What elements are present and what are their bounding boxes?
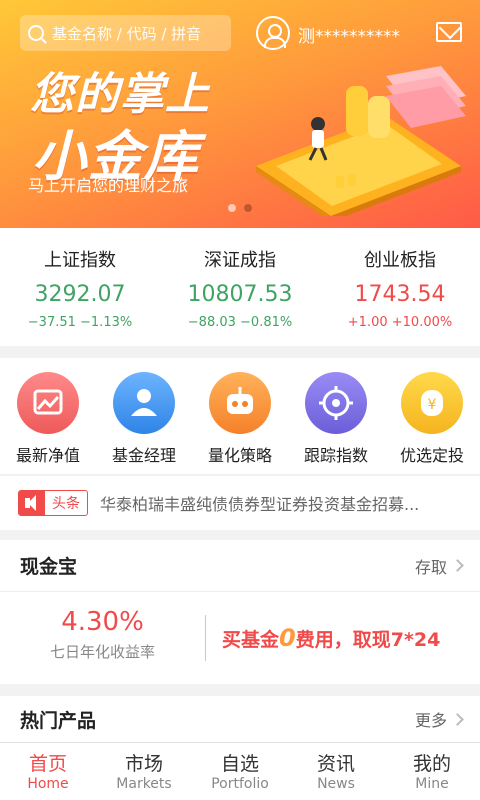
yield-value: 4.30% — [61, 607, 144, 637]
coin-icon: ¥ — [401, 372, 463, 434]
index-shanghai[interactable]: 上证指数 3292.07 −37.51 −1.13% — [0, 228, 160, 346]
robot-icon — [209, 372, 271, 434]
manager-icon — [113, 372, 175, 434]
cash-deposit-withdraw-link[interactable]: 存取 — [414, 554, 464, 578]
username[interactable]: 测********** — [298, 22, 400, 47]
headline-tag: 头条 — [52, 496, 80, 512]
yield-box: 4.30% 七日年化收益率 — [0, 607, 206, 661]
shortcut-quant-strategy[interactable]: 量化策略 — [192, 358, 288, 474]
news-headline[interactable]: 头条 华泰柏瑞丰盛纯债债券型证券投资基金招募... — [0, 476, 480, 530]
svg-text:¥: ¥ — [428, 397, 437, 413]
index-chinext[interactable]: 创业板指 1743.54 +1.00 +10.00% — [320, 228, 480, 346]
search-input[interactable]: 基金名称 / 代码 / 拼音 — [20, 15, 231, 51]
headline-badge: 头条 — [18, 490, 88, 516]
index-change: −37.51 −1.13% — [27, 315, 133, 330]
tab-label-en: Portfolio — [211, 776, 269, 792]
search-icon — [28, 25, 44, 41]
index-value: 3292.07 — [34, 282, 126, 307]
headline-text[interactable]: 华泰柏瑞丰盛纯债债券型证券投资基金招募... — [100, 491, 470, 515]
tab-label-cn: 首页 — [28, 753, 67, 775]
yield-label: 七日年化收益率 — [49, 643, 155, 661]
chevron-right-icon — [451, 559, 464, 572]
index-value: 10807.53 — [187, 282, 293, 307]
tab-label-cn: 我的 — [412, 753, 451, 775]
shortcut-label: 量化策略 — [207, 446, 272, 465]
phone-money-illustration — [256, 66, 466, 216]
promo-zero: 0 — [279, 624, 296, 652]
tab-label-en: News — [317, 776, 355, 792]
shortcut-label: 优选定投 — [399, 446, 464, 465]
shortcut-label: 跟踪指数 — [303, 446, 368, 465]
chevron-right-icon — [451, 712, 464, 726]
index-value: 1743.54 — [354, 282, 446, 307]
more-label: 更多 — [414, 711, 447, 730]
promo-prefix: 买基金 — [222, 629, 280, 651]
tab-news[interactable]: 资讯 News — [288, 743, 384, 800]
market-indices: 上证指数 3292.07 −37.51 −1.13% 深证成指 10807.53… — [0, 228, 480, 346]
shortcut-fund-manager[interactable]: 基金经理 — [96, 358, 192, 474]
tab-label-en: Markets — [116, 776, 172, 792]
speaker-icon — [19, 491, 45, 515]
tab-label-cn: 市场 — [124, 753, 163, 775]
cash-title: 现金宝 — [20, 556, 78, 578]
tab-mine[interactable]: 我的 Mine — [384, 743, 480, 800]
banner-subtitle: 马上开启您的理财之旅 — [28, 176, 189, 195]
mail-icon[interactable] — [436, 22, 462, 42]
shortcut-latest-nav[interactable]: 最新净值 — [0, 358, 96, 474]
banner-pagination — [228, 204, 252, 212]
cash-promo: 买基金0费用，取现7*24 — [222, 624, 440, 652]
shortcut-auto-invest[interactable]: ¥ 优选定投 — [384, 358, 480, 474]
tab-label-cn: 资讯 — [316, 753, 355, 775]
cash-section-header: 现金宝 存取 — [0, 540, 480, 592]
index-name: 创业板指 — [364, 250, 436, 271]
hot-products-header: 热门产品 更多 — [0, 696, 480, 742]
hot-products-more-link[interactable]: 更多 — [414, 707, 464, 731]
index-name: 上证指数 — [44, 250, 116, 271]
promo-suffix: 费用，取现7*24 — [295, 629, 441, 651]
shortcut-grid: 最新净值 基金经理 量化策略 跟踪指数 ¥ 优选定投 — [0, 358, 480, 474]
target-icon — [305, 372, 367, 434]
hot-products-title: 热门产品 — [20, 709, 97, 732]
shortcut-label: 最新净值 — [15, 446, 80, 465]
shortcut-label: 基金经理 — [111, 446, 176, 465]
chart-icon — [17, 372, 79, 434]
promo-banner[interactable]: 基金名称 / 代码 / 拼音 测********** 您的掌上 小金库 马上开启… — [0, 0, 480, 228]
tab-portfolio[interactable]: 自选 Portfolio — [192, 743, 288, 800]
tab-label-en: Home — [27, 776, 69, 792]
cash-card[interactable]: 4.30% 七日年化收益率 买基金0费用，取现7*24 — [0, 592, 480, 684]
tab-home[interactable]: 首页 Home — [0, 743, 96, 800]
tab-markets[interactable]: 市场 Markets — [96, 743, 192, 800]
avatar-icon[interactable] — [256, 16, 290, 50]
pagination-dot-active — [244, 204, 252, 212]
search-placeholder: 基金名称 / 代码 / 拼音 — [52, 24, 202, 43]
tab-label-en: Mine — [415, 776, 449, 792]
cash-action-label: 存取 — [414, 557, 447, 577]
index-name: 深证成指 — [204, 250, 276, 271]
pagination-dot — [228, 204, 236, 212]
shortcut-track-index[interactable]: 跟踪指数 — [288, 358, 384, 474]
bottom-tab-bar: 首页 Home 市场 Markets 自选 Portfolio 资讯 News … — [0, 742, 480, 800]
index-change: +1.00 +10.00% — [347, 315, 453, 330]
tab-label-cn: 自选 — [220, 753, 259, 775]
index-change: −88.03 −0.81% — [187, 315, 293, 330]
index-shenzhen[interactable]: 深证成指 10807.53 −88.03 −0.81% — [160, 228, 320, 346]
